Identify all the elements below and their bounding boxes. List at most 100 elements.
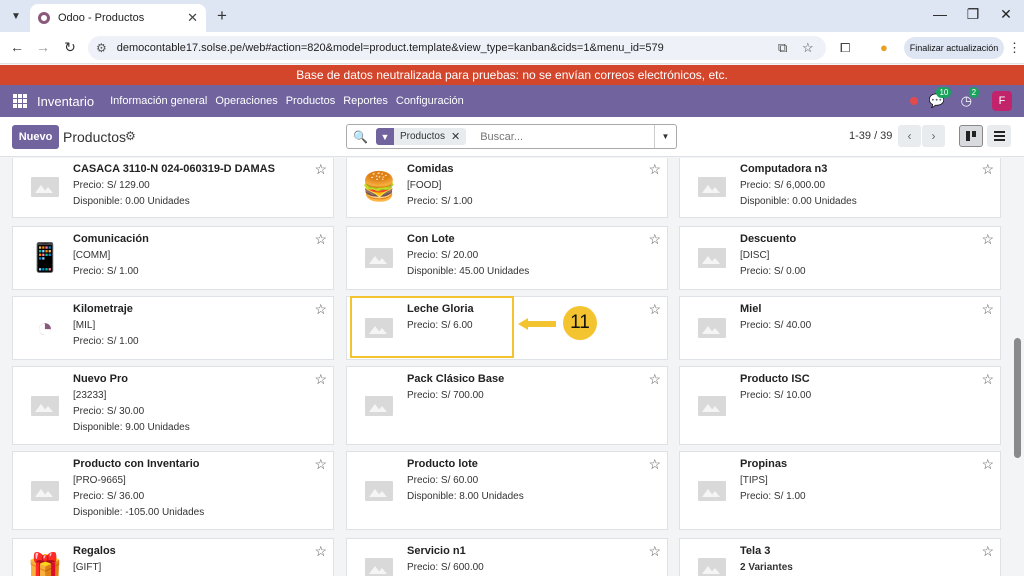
favorite-star-icon[interactable]: ☆ — [314, 161, 327, 178]
favorite-star-icon[interactable]: ☆ — [314, 301, 327, 318]
pointer-arrow-icon — [518, 318, 556, 330]
product-card[interactable]: Con Lote Precio: S/ 20.00 Disponible: 45.0… — [346, 226, 668, 290]
product-card[interactable]: Computadora n3 Precio: S/ 6,000.00 Disponi… — [679, 158, 1001, 218]
favorite-star-icon[interactable]: ☆ — [981, 161, 994, 178]
site-settings-icon[interactable]: ⚙ — [96, 41, 107, 55]
messages-icon[interactable]: 💬 10 — [928, 87, 952, 109]
list-view-button[interactable] — [987, 125, 1011, 147]
tab-search-chevron-icon[interactable]: ▼ — [6, 6, 26, 26]
product-card[interactable]: Tela 3 2 Variantes ☆ — [679, 538, 1001, 576]
favorite-star-icon[interactable]: ☆ — [648, 543, 661, 560]
new-button[interactable]: Nuevo — [12, 125, 59, 149]
product-detail: Disponible: 0.00 Unidades — [740, 196, 857, 207]
favorite-star-icon[interactable]: ☆ — [314, 231, 327, 248]
reload-icon[interactable]: ↻ — [61, 39, 79, 56]
favorite-star-icon[interactable]: ☆ — [648, 301, 661, 318]
product-card[interactable]: Servicio n1 Precio: S/ 600.00 ☆ — [346, 538, 668, 576]
product-card[interactable]: Producto ISC Precio: S/ 10.00 ☆ — [679, 366, 1001, 445]
neutralized-db-banner: Base de datos neutralizada para pruebas:… — [0, 65, 1024, 85]
menu-informacion-general[interactable]: Información general — [110, 95, 207, 107]
update-browser-button[interactable]: Finalizar actualización — [904, 37, 1004, 59]
gift-icon: 🎁 — [27, 552, 63, 576]
main-navbar: Inventario Información general Operacion… — [0, 85, 1024, 117]
product-card[interactable]: Pack Clásico Base Precio: S/ 700.00 ☆ — [346, 366, 668, 445]
product-card[interactable]: Propinas [TIPS] Precio: S/ 1.00 ☆ — [679, 451, 1001, 530]
pager-previous-icon[interactable]: ‹ — [898, 125, 921, 147]
product-info: CASACA 3110-N 024-060319-D DAMAS Precio: … — [73, 162, 303, 208]
image-placeholder-icon — [692, 473, 732, 509]
product-card[interactable]: Producto lote Precio: S/ 60.00 Disponible:… — [346, 451, 668, 530]
menu-productos[interactable]: Productos — [286, 95, 336, 107]
favorite-star-icon[interactable]: ☆ — [648, 371, 661, 388]
favorite-star-icon[interactable]: ☆ — [648, 161, 661, 178]
favorite-star-icon[interactable]: ☆ — [981, 371, 994, 388]
window-close-icon[interactable]: ✕ — [996, 6, 1016, 23]
product-detail: Precio: S/ 30.00 — [73, 406, 145, 417]
odoo-favicon-icon — [38, 12, 50, 24]
product-name: Tela 3 — [740, 545, 771, 557]
browser-menu-icon[interactable]: ⋮ — [1008, 40, 1021, 56]
favorite-star-icon[interactable]: ☆ — [981, 231, 994, 248]
product-info: Producto con Inventario [PRO-9665] Precio:… — [73, 457, 303, 519]
product-card[interactable]: Nuevo Pro [23233] Precio: S/ 30.00 Disponib… — [12, 366, 334, 445]
product-card[interactable]: 📱 Comunicación [COMM] Precio: S/ 1.00 ☆ — [12, 226, 334, 290]
favorite-star-icon[interactable]: ☆ — [648, 456, 661, 473]
product-name: Producto ISC — [740, 373, 810, 385]
favorite-star-icon[interactable]: ☆ — [981, 301, 994, 318]
pager-value[interactable]: 1-39 / 39 — [849, 130, 892, 142]
browser-tab[interactable]: Odoo - Productos ✕ — [30, 4, 206, 32]
search-options-chevron-icon[interactable]: ▼ — [654, 125, 676, 148]
product-card[interactable]: Miel Precio: S/ 40.00 ☆ — [679, 296, 1001, 360]
favorite-star-icon[interactable]: ☆ — [981, 543, 994, 560]
product-name: Comunicación — [73, 233, 149, 245]
favorite-star-icon[interactable]: ☆ — [981, 456, 994, 473]
bookmark-star-icon[interactable]: ☆ — [802, 40, 814, 56]
product-name: Regalos — [73, 545, 116, 557]
search-bar[interactable]: 🔍 ▼ Productos ✕ ▼ — [346, 124, 677, 149]
kanban-view-button[interactable] — [959, 125, 983, 147]
product-card[interactable]: 🎁 Regalos [GIFT] ☆ — [12, 538, 334, 576]
back-arrow-icon[interactable]: ← — [8, 39, 26, 55]
user-avatar[interactable]: F — [992, 91, 1012, 111]
status-dot-icon[interactable] — [910, 97, 919, 105]
product-name: Producto con Inventario — [73, 458, 200, 470]
menu-operaciones[interactable]: Operaciones — [215, 95, 277, 107]
product-card[interactable]: Producto con Inventario [PRO-9665] Precio:… — [12, 451, 334, 530]
tab-close-icon[interactable]: ✕ — [187, 10, 198, 26]
restore-icon[interactable]: ❐ — [963, 6, 983, 23]
product-card[interactable]: Descuento [DISC] Precio: S/ 0.00 ☆ — [679, 226, 1001, 290]
favorite-star-icon[interactable]: ☆ — [314, 543, 327, 560]
activities-clock-icon[interactable]: ◷ 2 — [961, 87, 980, 109]
extensions-puzzle-icon[interactable]: ⧠ — [840, 40, 850, 56]
product-name: Miel — [740, 303, 762, 315]
product-detail: Disponible: 9.00 Unidades — [73, 422, 190, 433]
search-icon: 🔍 — [353, 129, 368, 144]
url-omnibox[interactable]: ⚙ democontable17.solse.pe/web#action=820… — [88, 36, 826, 60]
install-app-icon[interactable]: ⧉ — [778, 40, 787, 56]
minimize-icon[interactable]: — — [930, 6, 950, 22]
product-info: Nuevo Pro [23233] Precio: S/ 30.00 Disponib… — [73, 372, 303, 434]
favorite-star-icon[interactable]: ☆ — [314, 456, 327, 473]
filter-facet[interactable]: ▼ Productos ✕ — [375, 128, 467, 145]
product-card[interactable]: CASACA 3110-N 024-060319-D DAMAS Precio: … — [12, 158, 334, 218]
product-name: Con Lote — [407, 233, 455, 245]
search-input[interactable] — [480, 130, 654, 143]
app-grid-icon[interactable] — [13, 94, 27, 108]
favorite-star-icon[interactable]: ☆ — [648, 231, 661, 248]
product-card[interactable]: 🍔 Comidas [FOOD] Precio: S/ 1.00 ☆ — [346, 158, 668, 218]
pager-next-icon[interactable]: › — [922, 125, 945, 147]
menu-configuracion[interactable]: Configuración — [396, 95, 464, 107]
product-name: Nuevo Pro — [73, 373, 129, 385]
actions-gear-icon[interactable]: ⚙ — [125, 129, 136, 143]
product-detail: 2 Variantes — [740, 562, 793, 573]
app-name[interactable]: Inventario — [37, 94, 94, 109]
profile-alert-icon[interactable]: ● — [880, 40, 888, 55]
product-detail: Precio: S/ 20.00 — [407, 250, 479, 261]
product-card[interactable]: ◔ Kilometraje [MIL] Precio: S/ 1.00 ☆ — [12, 296, 334, 360]
forward-arrow-icon[interactable]: → — [34, 39, 52, 55]
new-tab-plus-icon[interactable]: + — [212, 6, 232, 26]
scrollbar-thumb[interactable] — [1014, 338, 1021, 458]
facet-remove-icon[interactable]: ✕ — [451, 130, 466, 143]
menu-reportes[interactable]: Reportes — [343, 95, 388, 107]
favorite-star-icon[interactable]: ☆ — [314, 371, 327, 388]
